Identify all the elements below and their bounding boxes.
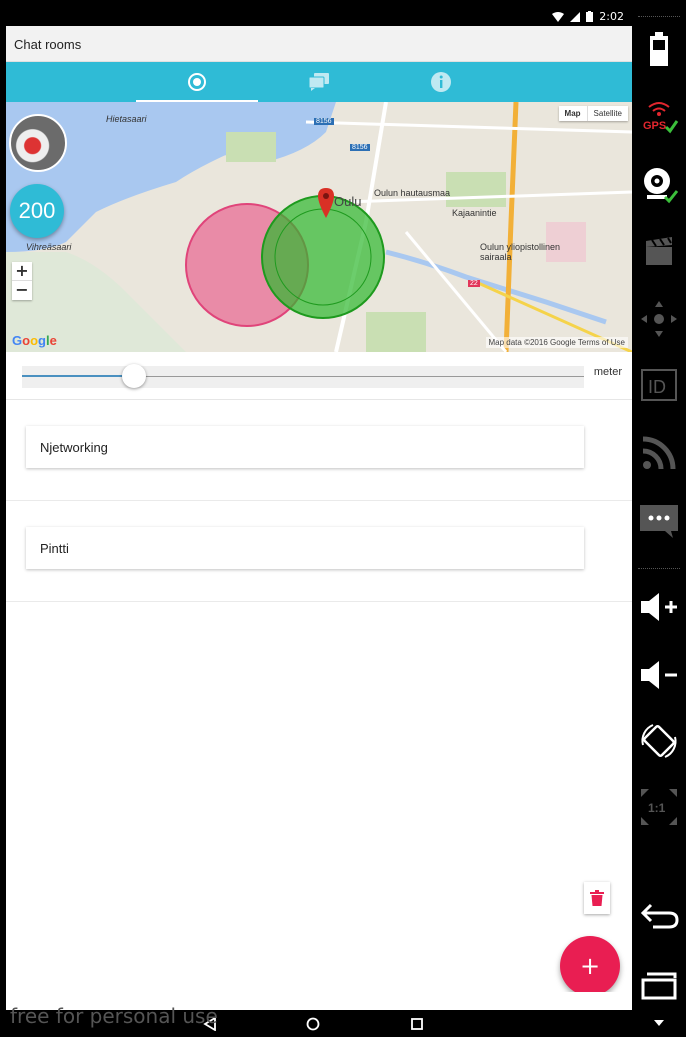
watermark-text: free for personal use	[10, 1004, 218, 1028]
back-button[interactable]	[632, 888, 686, 942]
dpad-control[interactable]	[632, 292, 686, 346]
rotate-button[interactable]	[632, 714, 686, 768]
svg-text:GPS: GPS	[643, 120, 666, 132]
rss-icon	[642, 436, 676, 470]
delete-button[interactable]	[584, 882, 610, 914]
map-label-sairaala: Oulun yliopistollinen sairaala	[480, 242, 561, 262]
zoom-out-button[interactable]: −	[12, 281, 32, 300]
map-view[interactable]: Hietasaari Vihreäsaari Oulu Oulun hautau…	[6, 102, 632, 352]
webcam-icon	[644, 168, 679, 204]
dpad-icon	[641, 301, 677, 337]
clapperboard-control[interactable]	[632, 224, 686, 278]
room-card-pintti[interactable]: Pintti	[26, 527, 584, 569]
map-label-kajaanintie: Kajaanintie	[452, 208, 497, 218]
page-title: Chat rooms	[14, 37, 82, 52]
map-canvas	[6, 102, 632, 352]
map-attribution[interactable]: Map data ©2016 Google Terms of Use	[485, 337, 628, 348]
map-label-oulu: Oulu	[334, 194, 362, 209]
list-item: Njetworking	[6, 400, 632, 501]
one-to-one-scale-icon: 1:1	[641, 789, 677, 825]
slider-unit-label: meter	[593, 366, 622, 378]
camera-control[interactable]	[632, 158, 686, 212]
chat-bubbles-icon	[308, 73, 329, 91]
svg-text:1:1: 1:1	[648, 801, 666, 815]
list-item: Pintti	[6, 501, 632, 602]
battery-icon	[586, 11, 594, 22]
tab-radar[interactable]	[136, 62, 258, 102]
avatar[interactable]	[9, 114, 67, 172]
map-road-22: 22	[468, 280, 480, 287]
room-card-njetworking[interactable]: Njetworking	[26, 426, 584, 468]
recents-nav-button[interactable]	[407, 1015, 427, 1033]
slider-track[interactable]	[22, 366, 584, 388]
gps-icon: GPS	[643, 102, 679, 134]
recents-square-icon	[411, 1018, 423, 1030]
status-bar: 2:02	[6, 8, 632, 26]
recents-button[interactable]	[632, 958, 686, 1012]
tab-chats[interactable]	[258, 62, 380, 102]
title-bar: Chat rooms	[6, 26, 632, 62]
map-type-control: Map Satellite	[558, 106, 628, 121]
map-label-vihreasaari: Vihreäsaari	[26, 242, 72, 252]
emulator-side-panel: GPS ID 1:1	[632, 0, 686, 1037]
volume-down-icon	[641, 661, 677, 689]
wifi-icon	[552, 11, 565, 22]
svg-text:ID: ID	[648, 377, 666, 397]
map-type-satellite-button[interactable]: Satellite	[588, 106, 628, 121]
radius-slider-row: meter	[6, 352, 632, 400]
tab-info[interactable]	[380, 62, 502, 102]
slider-fill	[22, 375, 135, 377]
device-screen: 2:02 Chat rooms Hietasaari Vihreäsaari O…	[6, 8, 632, 1010]
rotate-icon	[641, 724, 677, 758]
sms-control[interactable]	[632, 494, 686, 548]
zoom-in-button[interactable]: +	[12, 262, 32, 281]
battery-icon	[650, 32, 668, 66]
add-room-button[interactable]: +	[560, 936, 620, 996]
room-name: Njetworking	[40, 440, 108, 455]
device-id-control[interactable]: ID	[632, 358, 686, 412]
menu-button[interactable]	[632, 1012, 686, 1036]
volume-down-button[interactable]	[632, 648, 686, 702]
home-nav-button[interactable]	[303, 1015, 323, 1033]
gps-control[interactable]: GPS	[632, 90, 686, 144]
divider	[638, 568, 680, 569]
google-logo: Google	[12, 333, 57, 348]
id-icon: ID	[641, 369, 677, 401]
room-name: Pintti	[40, 541, 69, 556]
home-circle-icon	[306, 1017, 320, 1031]
volume-up-icon	[641, 593, 677, 621]
map-label-hietasaari: Hietasaari	[106, 114, 147, 124]
back-arrow-icon	[640, 903, 679, 929]
volume-up-button[interactable]	[632, 580, 686, 634]
map-road-8156a: 8156	[314, 118, 334, 125]
tab-bar	[6, 62, 632, 102]
map-road-8156b: 8156	[350, 144, 370, 151]
divider	[638, 16, 680, 17]
radar-icon	[188, 73, 206, 91]
map-label-hautausmaa: Oulun hautausmaa	[374, 188, 451, 198]
recents-icon	[641, 972, 677, 1000]
zoom-control: + −	[12, 262, 32, 300]
status-time: 2:02	[599, 10, 624, 23]
chevron-down-icon	[654, 1020, 664, 1026]
cast-control[interactable]	[632, 426, 686, 480]
message-icon	[640, 505, 678, 538]
scale-button[interactable]: 1:1	[632, 780, 686, 834]
signal-icon	[570, 11, 581, 22]
clapperboard-icon	[646, 237, 672, 265]
user-count-badge[interactable]: 200	[10, 184, 64, 238]
battery-control[interactable]	[632, 22, 686, 76]
map-type-map-button[interactable]: Map	[559, 106, 588, 121]
info-icon	[431, 72, 451, 92]
emulator-window: 2:02 Chat rooms Hietasaari Vihreäsaari O…	[0, 0, 686, 1037]
trash-icon	[590, 890, 604, 906]
